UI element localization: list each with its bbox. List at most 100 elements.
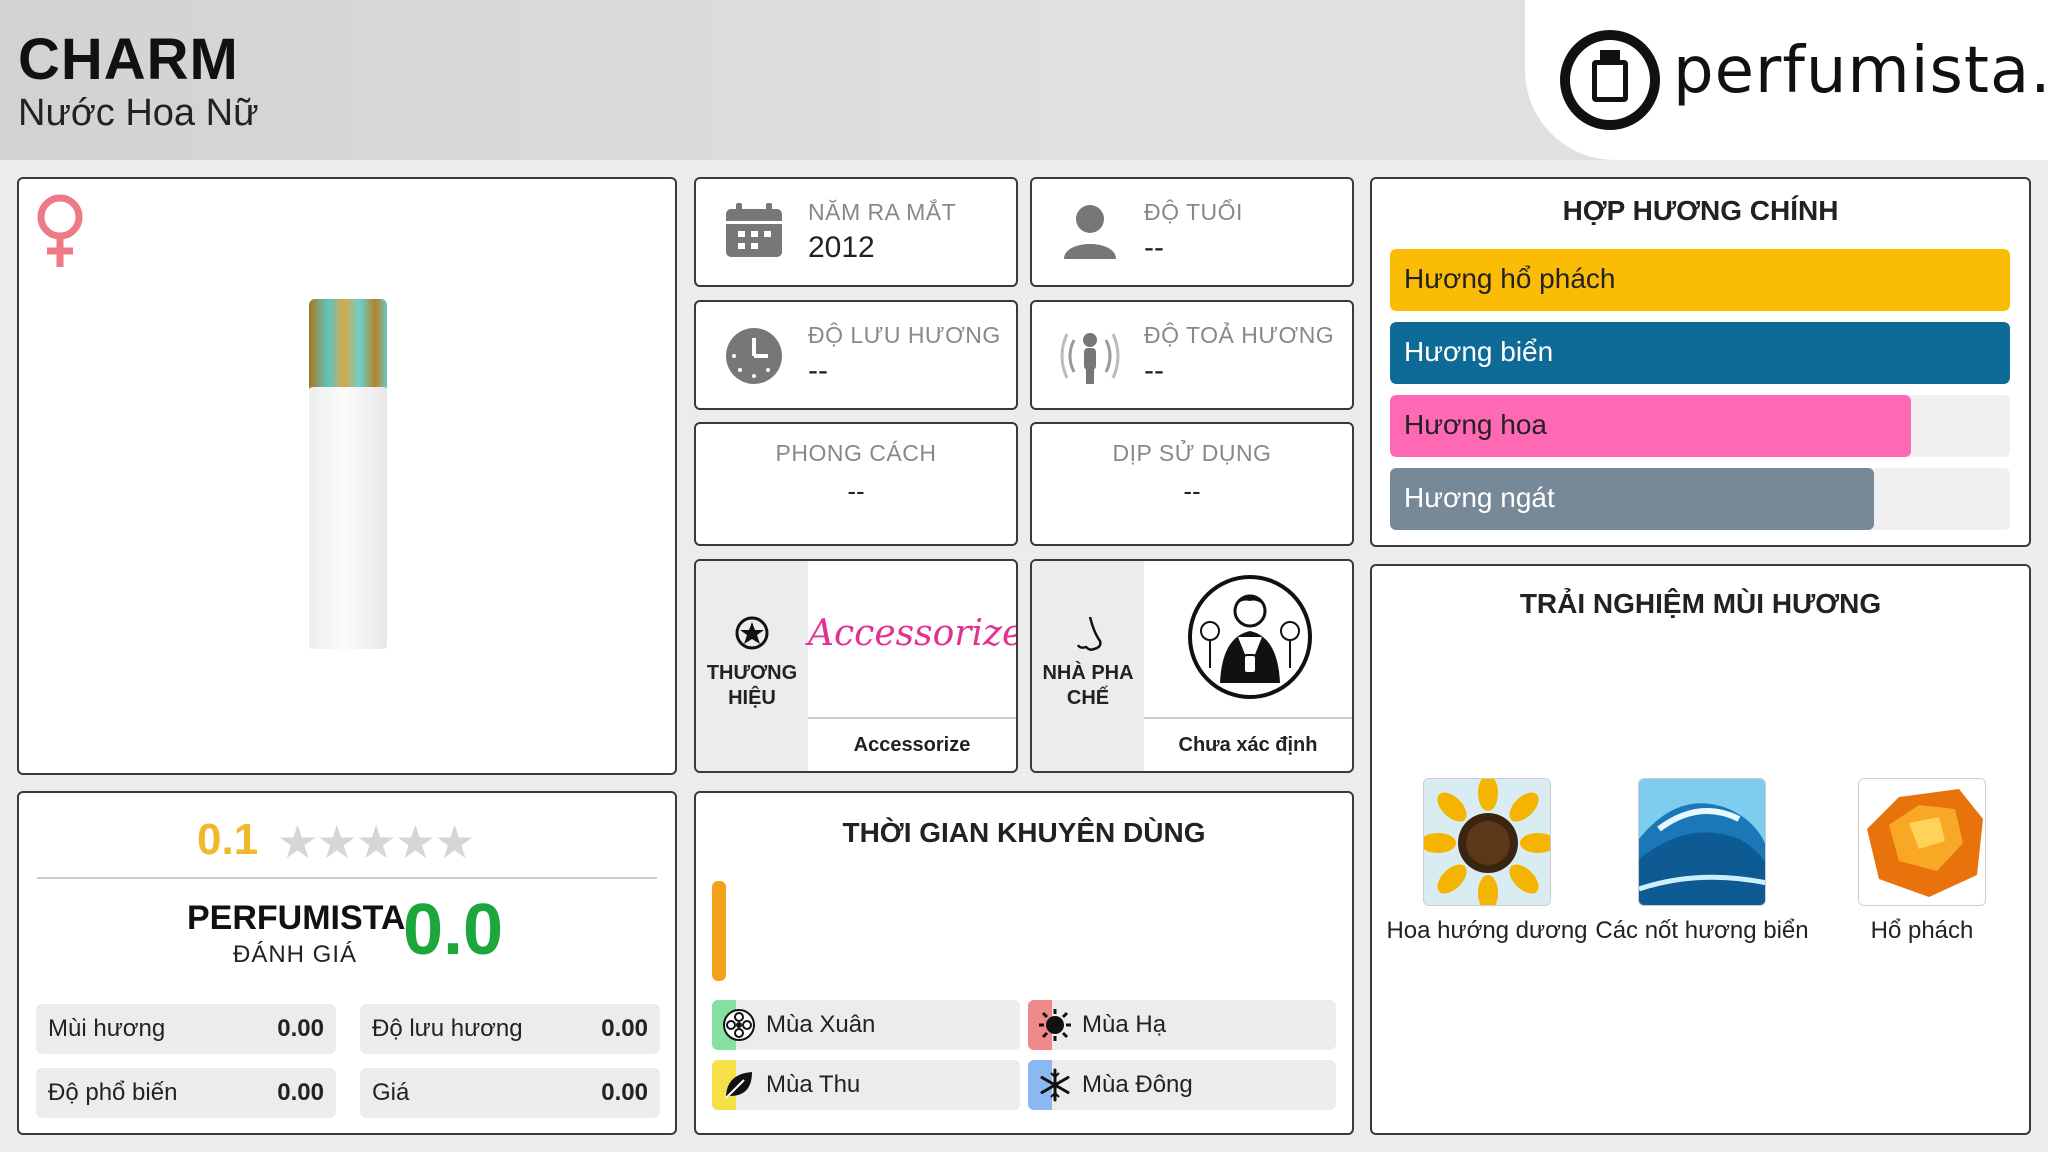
user-rating[interactable]: 0.1 ★★★★★ (19, 815, 675, 868)
perfume-bottle-logo-icon (1560, 30, 1660, 130)
product-image (309, 299, 387, 649)
perfumista-label: PERFUMISTA (187, 899, 406, 937)
metric-value: 0.00 (277, 1079, 324, 1106)
accord-bar: Hương ngát (1390, 468, 2010, 530)
person-icon (1064, 205, 1116, 259)
metric-value: 0.00 (277, 1015, 324, 1042)
perfume-name: CHARM (18, 27, 239, 92)
metric-label: Độ lưu hương (372, 1015, 523, 1042)
divider (37, 877, 657, 879)
note-amber[interactable]: Hổ phách (1812, 778, 2032, 946)
metric-popularity: Độ phổ biến 0.00 (36, 1068, 336, 1118)
perfume-category: Nước Hoa Nữ (18, 92, 259, 134)
metric-longevity: Độ lưu hương 0.00 (360, 1004, 660, 1054)
longevity-value: -- (808, 354, 828, 387)
style-card: PHONG CÁCH -- (694, 422, 1018, 546)
scent-experience-card: TRẢI NGHIỆM MÙI HƯƠNG Hoa hướng dương Cá… (1370, 564, 2031, 1135)
metric-value: 0.00 (601, 1015, 648, 1042)
scent-experience-title: TRẢI NGHIỆM MÙI HƯƠNG (1519, 588, 1882, 619)
season-autumn: Mùa Thu (712, 1060, 1020, 1110)
metric-scent: Mùi hương 0.00 (36, 1004, 336, 1054)
sillage-label: ĐỘ TOẢ HƯƠNG (1144, 322, 1335, 348)
star-badge-icon (735, 616, 769, 650)
radiating-person-icon (1060, 333, 1120, 384)
product-image-card (17, 177, 677, 775)
occasion-value: -- (1183, 476, 1201, 506)
season-spring: Mùa Xuân (712, 1000, 1020, 1050)
release-year-card: NĂM RA MẮT 2012 (694, 177, 1018, 287)
season-label: Mùa Xuân (766, 1011, 876, 1038)
rating-card: 0.1 ★★★★★ PERFUMISTA ĐÁNH GIÁ 0.0 Mùi hư… (17, 791, 677, 1135)
perfumer-card[interactable]: NHÀ PHA CHẾ Chưa xác định (1030, 559, 1354, 773)
note-name: Các nốt hương biển (1595, 917, 1809, 944)
metric-label: Mùi hương (48, 1015, 166, 1042)
occasion-label: DỊP SỬ DỤNG (1112, 440, 1272, 466)
style-label: PHONG CÁCH (775, 440, 937, 466)
age-value: -- (1144, 231, 1164, 264)
metric-value: 0.00 (601, 1079, 648, 1106)
sea-wave-image (1638, 778, 1766, 906)
accord-label: Hương hổ phách (1404, 263, 1616, 294)
accord-label: Hương hoa (1404, 409, 1547, 440)
brand-logo-panel[interactable]: Accessorize Accessorize (808, 561, 1016, 771)
note-sea[interactable]: Các nốt hương biển (1592, 778, 1812, 946)
sillage-value: -- (1144, 354, 1164, 387)
style-value: -- (847, 476, 865, 506)
clock-icon (726, 328, 782, 384)
occasion-card: DỊP SỬ DỤNG -- (1030, 422, 1354, 546)
day-night-bar (712, 881, 726, 981)
brand-name: Accessorize (808, 717, 1016, 771)
perfumer-illustration-icon (1188, 575, 1312, 699)
brand-label-panel: THƯƠNG HIỆU (696, 561, 808, 771)
perfumista-sub-label: ĐÁNH GIÁ (233, 941, 358, 968)
perfumer-name: Chưa xác định (1144, 717, 1352, 771)
snowflake-icon (1040, 1068, 1070, 1102)
age-label: ĐỘ TUỔI (1144, 199, 1243, 225)
note-name: Hoa hướng dương (1386, 917, 1588, 944)
female-symbol-icon (33, 193, 87, 276)
accord-bar: Hương hoa (1390, 395, 2010, 457)
recommended-time-card: THỜI GIAN KHUYÊN DÙNG Mùa Xuân Mùa Hạ Mù… (694, 791, 1354, 1135)
star-rating-icon[interactable]: ★★★★★ (277, 815, 475, 869)
longevity-card: ĐỘ LƯU HƯƠNG -- (694, 300, 1018, 410)
sunflower-image (1423, 778, 1551, 906)
season-label: Mùa Thu (766, 1071, 861, 1098)
metric-label: Giá (372, 1079, 410, 1106)
metric-price: Giá 0.00 (360, 1068, 660, 1118)
flower-icon (723, 1009, 755, 1041)
accord-bar: Hương biển (1390, 322, 2010, 384)
brand-card[interactable]: THƯƠNG HIỆU Accessorize Accessorize (694, 559, 1018, 773)
season-winter: Mùa Đông (1028, 1060, 1336, 1110)
metric-label: Độ phổ biến (48, 1079, 178, 1106)
season-summer: Mùa Hạ (1028, 1000, 1336, 1050)
main-accords-card: HỢP HƯƠNG CHÍNH Hương hổ phách Hương biển… (1370, 177, 2031, 547)
release-year-value: 2012 (808, 231, 875, 264)
perfumer-label: NHÀ PHA CHẾ (1042, 662, 1134, 709)
sun-icon (1039, 1009, 1071, 1041)
nose-icon (1076, 616, 1102, 651)
accord-label: Hương ngát (1404, 482, 1555, 513)
note-name: Hổ phách (1870, 917, 1974, 944)
site-logo[interactable]: perfumista.vn (1525, 0, 2048, 160)
main-accords-title: HỢP HƯƠNG CHÍNH (1562, 195, 1839, 226)
perfumer-label-panel: NHÀ PHA CHẾ (1032, 561, 1144, 771)
brand-logo: Accessorize (808, 613, 1018, 654)
page-header: CHARM Nước Hoa Nữ perfumista.vn (0, 0, 2048, 160)
leaf-icon (725, 1072, 752, 1099)
perfumer-image-panel[interactable]: Chưa xác định (1144, 561, 1352, 771)
brand-label: THƯƠNG HIỆU (706, 662, 798, 709)
longevity-label: ĐỘ LƯU HƯƠNG (808, 322, 1001, 348)
perfumista-score: 0.0 (403, 890, 504, 970)
calendar-icon (726, 203, 782, 257)
season-label: Mùa Đông (1082, 1071, 1193, 1098)
accord-label: Hương biển (1404, 336, 1554, 367)
release-year-label: NĂM RA MẮT (808, 199, 957, 225)
amber-image (1858, 778, 1986, 906)
accord-bar: Hương hổ phách (1390, 249, 2010, 311)
recommended-time-title: THỜI GIAN KHUYÊN DÙNG (842, 817, 1206, 848)
age-card: ĐỘ TUỔI -- (1030, 177, 1354, 287)
user-rating-score: 0.1 (197, 815, 259, 864)
season-label: Mùa Hạ (1082, 1011, 1167, 1038)
note-sunflower[interactable]: Hoa hướng dương (1377, 778, 1597, 946)
site-logo-text: perfumista.vn (1673, 34, 2048, 108)
